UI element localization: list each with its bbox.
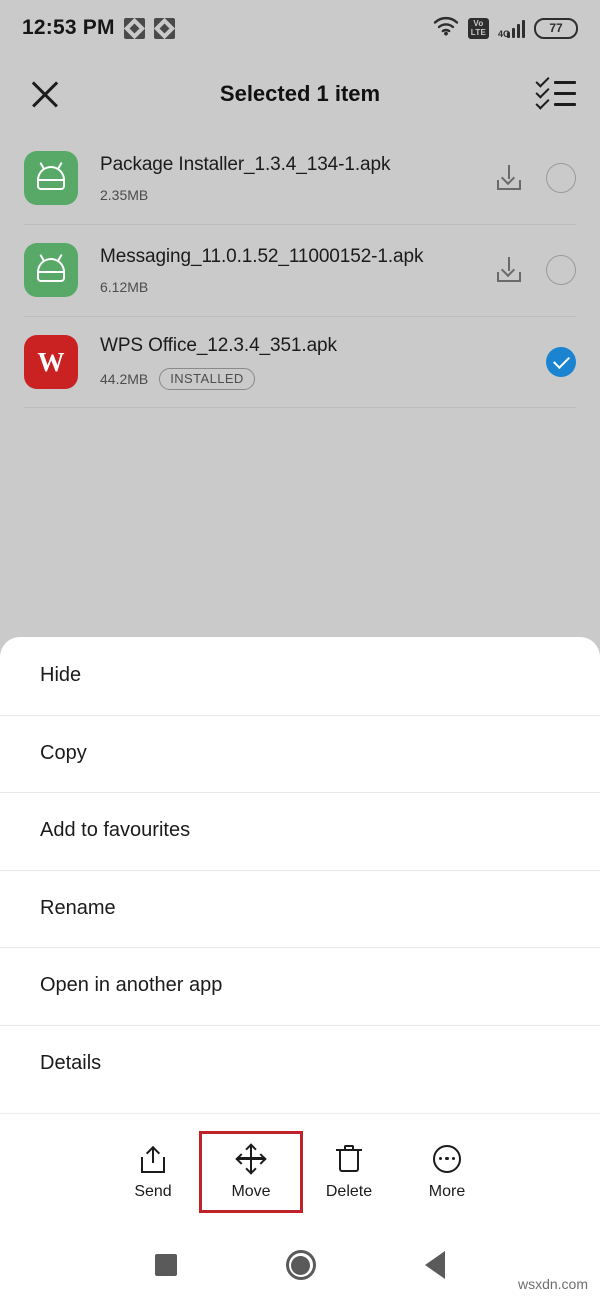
file-size: 6.12MB (100, 278, 149, 295)
status-badge: INSTALLED (159, 367, 255, 390)
download-icon[interactable] (494, 255, 524, 285)
file-info: Messaging_11.0.1.52_11000152-1.apk 6.12M… (100, 246, 494, 295)
action-bar: Send Move Delete More (0, 1113, 600, 1230)
app-bar: Selected 1 item (0, 56, 600, 132)
wifi-icon (433, 16, 459, 41)
file-info: WPS Office_12.3.4_351.apk 44.2MB INSTALL… (100, 335, 546, 390)
list-item[interactable]: W WPS Office_12.3.4_351.apk 44.2MB INSTA… (0, 316, 600, 408)
send-label: Send (134, 1182, 172, 1200)
selection-checkbox[interactable] (546, 255, 576, 285)
selection-checkbox[interactable] (546, 163, 576, 193)
recents-square-icon[interactable] (154, 1254, 177, 1276)
android-apk-icon (24, 243, 78, 297)
status-bar-right: Vo LTE 4G 77 (433, 16, 578, 41)
status-bar: 12:53 PM Vo LTE 4G 77 (0, 0, 600, 56)
file-name: Package Installer_1.3.4_134-1.apk (100, 153, 391, 175)
file-size: 2.35MB (100, 186, 149, 203)
file-size: 44.2MB (100, 370, 149, 387)
app-notification-icon (153, 17, 175, 39)
battery-level: 77 (549, 21, 563, 35)
watermark: wsxdn.com (517, 1276, 588, 1292)
status-time: 12:53 PM (22, 16, 115, 39)
more-icon (432, 1144, 462, 1174)
file-list: Package Installer_1.3.4_134-1.apk 2.35MB… (0, 132, 600, 408)
android-apk-icon (24, 151, 78, 205)
trash-icon (334, 1144, 364, 1174)
move-icon (235, 1142, 267, 1175)
share-icon (138, 1144, 168, 1174)
file-name: Messaging_11.0.1.52_11000152-1.apk (100, 245, 424, 267)
menu-item-copy[interactable]: Copy (0, 714, 600, 793)
menu-item-open-in-another-app[interactable]: Open in another app (0, 947, 600, 1025)
back-triangle-icon[interactable] (425, 1251, 446, 1279)
page-title: Selected 1 item (219, 81, 381, 106)
volte-icon: Vo LTE (468, 17, 489, 39)
wps-logo-letter: W (37, 346, 65, 377)
close-icon[interactable] (24, 73, 66, 115)
file-name: WPS Office_12.3.4_351.apk (100, 334, 337, 356)
move-button[interactable]: Move (199, 1131, 303, 1213)
more-label: More (428, 1182, 466, 1200)
app-notification-icon (123, 17, 145, 39)
delete-button[interactable]: Delete (300, 1134, 398, 1210)
menu-item-hide[interactable]: Hide (0, 637, 600, 715)
menu-item-add-to-favourites[interactable]: Add to favourites (0, 792, 600, 870)
menu-item-details[interactable]: Details (0, 1024, 600, 1103)
list-item[interactable]: Package Installer_1.3.4_134-1.apk 2.35MB (0, 132, 600, 224)
move-label: Move (231, 1182, 271, 1200)
system-navigation-bar (0, 1230, 600, 1300)
battery-indicator: 77 (534, 17, 578, 39)
wps-office-icon: W (24, 335, 78, 389)
selection-checkbox-checked[interactable] (546, 347, 576, 377)
home-circle-icon[interactable] (285, 1250, 316, 1280)
menu-item-rename[interactable]: Rename (0, 869, 600, 948)
select-all-icon[interactable] (535, 73, 576, 112)
download-icon[interactable] (494, 163, 524, 193)
send-button[interactable]: Send (104, 1134, 202, 1210)
bottom-sheet-menu: Hide Copy Add to favourites Rename Open … (0, 637, 600, 1113)
list-item[interactable]: Messaging_11.0.1.52_11000152-1.apk 6.12M… (0, 224, 600, 316)
signal-bars-icon: 4G (498, 17, 525, 39)
phone-screen: 12:53 PM Vo LTE 4G 77 Selected 1 item Pa… (0, 0, 600, 1300)
delete-label: Delete (325, 1182, 373, 1200)
file-info: Package Installer_1.3.4_134-1.apk 2.35MB (100, 154, 494, 203)
more-button[interactable]: More (398, 1134, 496, 1210)
status-bar-left: 12:53 PM (22, 16, 175, 40)
